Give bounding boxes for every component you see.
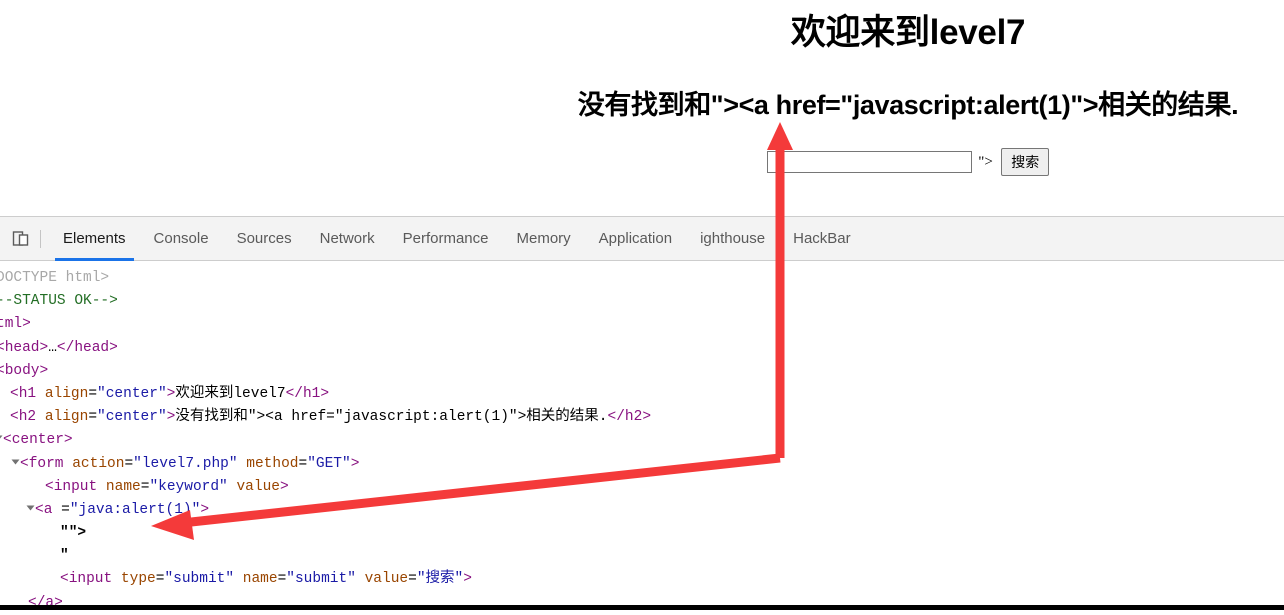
rendered-page-pane: 欢迎来到level7 没有找到和"><a href="javascript:al… <box>0 0 1284 216</box>
dom-line-quote-gt[interactable]: ""> <box>0 522 1284 545</box>
search-submit-button[interactable]: 搜索 <box>1001 148 1050 176</box>
anchor-eq: = <box>61 501 70 518</box>
toolbar-divider <box>40 229 41 248</box>
input2-open-tag: <input <box>60 571 113 588</box>
devtools-tab-bar: Elements Console Sources Network Perform… <box>0 217 1284 261</box>
form-attr-action: action <box>72 455 125 472</box>
dom-line-center[interactable]: <center> <box>0 429 1284 452</box>
quote-text-node: ""> <box>60 525 87 542</box>
input1-gt: > <box>279 478 289 495</box>
anchor-gt: > <box>200 501 210 518</box>
h2-attr-value: "center" <box>97 409 167 426</box>
input1-val-name: "keyword" <box>149 478 228 495</box>
head-ellipsis: … <box>48 339 57 356</box>
dom-tree-view[interactable]: DOCTYPE html> --STATUS OK--> tml> <head>… <box>0 261 1284 615</box>
tab-memory[interactable]: Memory <box>503 217 585 261</box>
form-val-action: "level7.php" <box>133 455 238 472</box>
dom-line-comment[interactable]: --STATUS OK--> <box>0 290 1284 313</box>
form-gt: > <box>350 455 360 472</box>
dom-line-quote[interactable]: " <box>0 545 1284 568</box>
anchor-open-tag: <a <box>35 501 53 518</box>
doctype-text: DOCTYPE html> <box>0 270 110 286</box>
h1-attr-value: "center" <box>97 385 167 402</box>
h2-text-node: 没有找到和"><a href="javascript:alert(1)">相关的… <box>175 409 608 426</box>
input2-val-type: "submit" <box>164 571 235 588</box>
page-subtitle: 没有找到和"><a href="javascript:alert(1)">相关的… <box>577 90 1239 120</box>
input2-attr-type: type <box>120 571 156 588</box>
expand-triangle-icon[interactable] <box>0 435 3 441</box>
tab-console[interactable]: Console <box>140 217 223 261</box>
tab-lighthouse[interactable]: ighthouse <box>686 217 779 261</box>
input2-attr-name: name <box>242 571 278 588</box>
input2-gt: > <box>463 571 472 588</box>
dom-line-anchor-close[interactable]: </a> <box>0 592 1284 615</box>
dom-line-input-keyword[interactable]: <input name="keyword" value> <box>0 476 1284 499</box>
tab-application[interactable]: Application <box>585 217 686 261</box>
h2-attr-name: align <box>44 409 89 426</box>
head-open-tag: <head> <box>0 339 49 356</box>
devtools-panel: Elements Console Sources Network Perform… <box>0 216 1284 615</box>
tab-elements[interactable]: Elements <box>49 217 140 261</box>
tab-hackbar[interactable]: HackBar <box>779 217 865 261</box>
device-toolbar-icon[interactable] <box>6 224 36 254</box>
dom-line-h1[interactable]: <h1 align="center">欢迎来到level7</h1> <box>0 383 1284 406</box>
h1-eq: = <box>88 385 98 402</box>
injected-markup-text: "> <box>978 153 993 170</box>
h1-attr-name: align <box>44 385 89 402</box>
page-title: 欢迎来到level7 <box>790 13 1026 52</box>
form-attr-method: method <box>246 455 299 472</box>
tab-network[interactable]: Network <box>306 217 389 261</box>
search-input[interactable] <box>766 151 972 173</box>
h2-close-tag: </h2> <box>607 409 652 426</box>
input2-val-value: "搜索" <box>416 571 464 588</box>
tab-performance[interactable]: Performance <box>389 217 503 261</box>
head-close-tag: </head> <box>56 339 118 356</box>
center-open-tag: <center> <box>3 432 73 449</box>
h2-open-tag: <h2 <box>10 409 37 426</box>
input1-attr-name: name <box>105 478 141 495</box>
input1-open-tag: <input <box>45 478 98 495</box>
device-toolbar-glyph <box>12 230 29 246</box>
html-tag-text: tml> <box>0 316 31 333</box>
h2-eq: = <box>88 409 98 426</box>
search-form: "> 搜索 <box>0 148 1284 176</box>
input2-val-name: "submit" <box>286 571 356 588</box>
dom-line-doctype[interactable]: DOCTYPE html> <box>0 267 1284 290</box>
input1-attr-value: value <box>236 478 280 495</box>
expand-triangle-icon[interactable] <box>26 505 35 511</box>
input2-attr-value: value <box>364 571 409 588</box>
bottom-window-border <box>0 605 1284 610</box>
expand-triangle-icon[interactable] <box>11 459 20 465</box>
form-open-tag: <form <box>20 455 64 472</box>
dom-line-anchor[interactable]: <a ="java:alert(1)"> <box>0 499 1284 522</box>
h1-close-tag: </h1> <box>285 385 330 402</box>
dom-line-html[interactable]: tml> <box>0 313 1284 336</box>
h1-text-node: 欢迎来到level7 <box>175 385 286 402</box>
h1-open-tag: <h1 <box>10 385 37 402</box>
anchor-href-value: "java:alert(1)" <box>69 501 201 518</box>
form-val-method: "GET" <box>307 455 351 472</box>
quote-text-node-2: " <box>60 548 69 565</box>
body-open-tag: <body> <box>0 362 49 379</box>
comment-text: --STATUS OK--> <box>0 293 118 310</box>
tab-sources[interactable]: Sources <box>223 217 306 261</box>
dom-line-body[interactable]: <body> <box>0 360 1284 383</box>
dom-line-head[interactable]: <head>…</head> <box>0 337 1284 360</box>
dom-line-form[interactable]: <form action="level7.php" method="GET"> <box>0 453 1284 476</box>
dom-line-input-submit[interactable]: <input type="submit" name="submit" value… <box>0 568 1284 591</box>
dom-line-h2[interactable]: <h2 align="center">没有找到和"><a href="javas… <box>0 406 1284 429</box>
